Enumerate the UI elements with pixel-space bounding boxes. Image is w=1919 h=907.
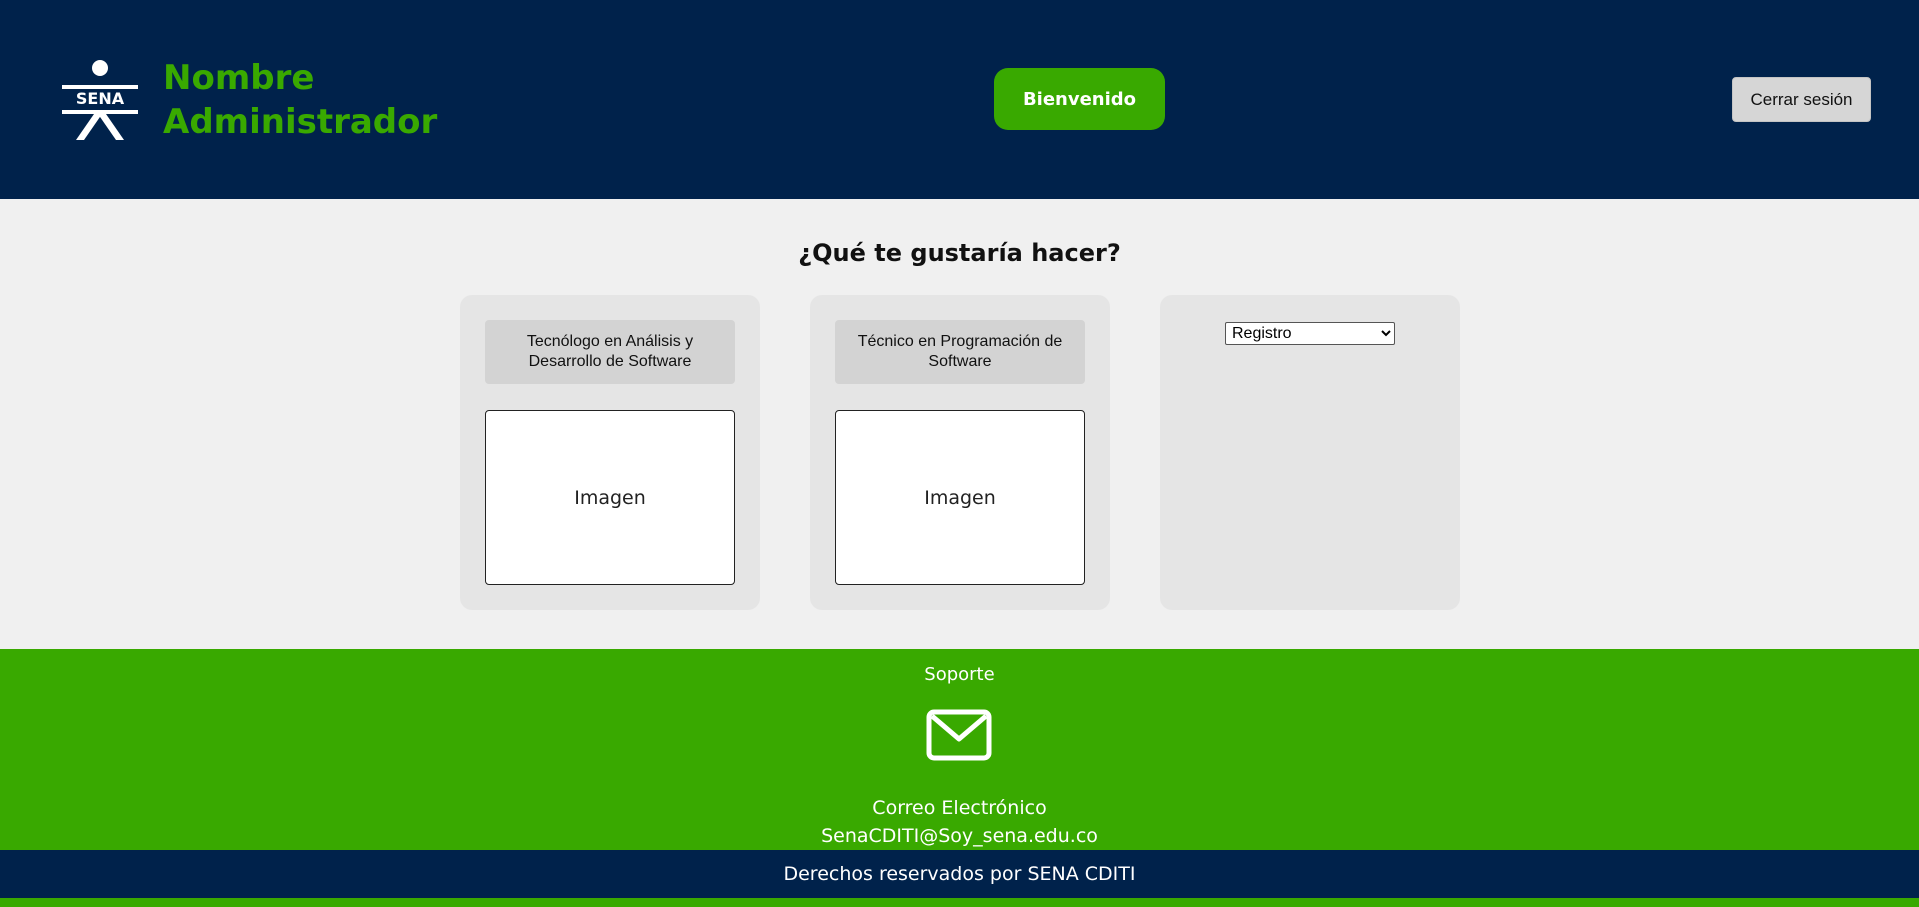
logout-button[interactable]: Cerrar sesión — [1732, 77, 1871, 122]
program-title-button[interactable]: Tecnólogo en Análisis y Desarrollo de So… — [485, 320, 735, 384]
program-title-button[interactable]: Técnico en Programación de Software — [835, 320, 1085, 384]
admin-name-line1: Nombre — [163, 58, 315, 98]
support-footer: Soporte Correo Electrónico SenaCDITI@Soy… — [0, 649, 1919, 850]
program-card-adso: Tecnólogo en Análisis y Desarrollo de So… — [460, 295, 760, 610]
admin-name-line2: Administrador — [163, 102, 438, 142]
copyright-bar: Derechos reservados por SENA CDITI — [0, 850, 1919, 898]
header: SENA Nombre Administrador Bienvenido Cer… — [0, 0, 1919, 199]
bottom-strip — [0, 898, 1919, 907]
program-card-programacion: Técnico en Programación de Software Imag… — [810, 295, 1110, 610]
envelope-icon[interactable] — [926, 709, 992, 761]
program-image-placeholder[interactable]: Imagen — [485, 410, 735, 585]
registro-select[interactable]: Registro — [1225, 322, 1395, 345]
email-label: Correo Electrónico — [872, 797, 1047, 819]
program-image-placeholder[interactable]: Imagen — [835, 410, 1085, 585]
support-label: Soporte — [924, 664, 995, 685]
admin-name-title: Nombre Administrador — [163, 56, 437, 144]
welcome-button[interactable]: Bienvenido — [994, 68, 1165, 130]
page-question: ¿Qué te gustaría hacer? — [798, 239, 1121, 267]
sena-logo: SENA — [62, 60, 138, 140]
copyright-text: Derechos reservados por SENA CDITI — [783, 863, 1136, 885]
email-address: SenaCDITI@Soy_sena.edu.co — [821, 825, 1098, 847]
svg-text:SENA: SENA — [76, 89, 125, 108]
registro-card: Registro — [1160, 295, 1460, 610]
